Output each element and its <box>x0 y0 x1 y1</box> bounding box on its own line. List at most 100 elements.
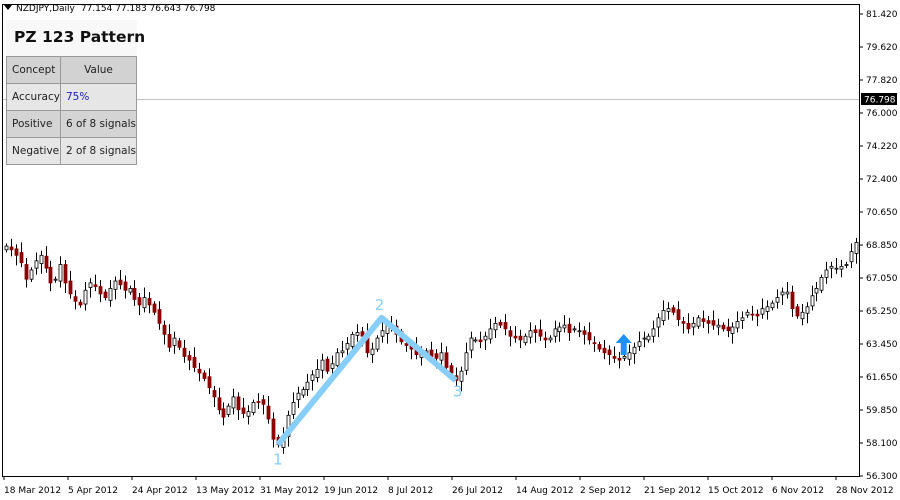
candle <box>488 318 493 344</box>
candle <box>128 285 133 295</box>
candle <box>607 345 612 365</box>
candle <box>370 342 375 363</box>
candle <box>63 259 68 294</box>
candle <box>819 274 824 294</box>
candle <box>261 395 266 415</box>
candle <box>251 399 256 416</box>
candle <box>162 320 167 345</box>
candle <box>686 313 691 334</box>
candle <box>320 353 325 379</box>
date-tick-label: 6 Nov 2012 <box>772 486 824 496</box>
candle <box>14 244 19 266</box>
candle <box>157 301 162 330</box>
candle <box>503 314 508 336</box>
value-cell: 2 of 8 signals <box>59 137 138 165</box>
candle <box>646 333 651 343</box>
candle <box>48 260 53 292</box>
candle <box>9 238 14 257</box>
candle <box>661 300 666 326</box>
candle <box>53 276 58 283</box>
price-tick-label: 67.050 <box>866 274 898 284</box>
candle <box>177 338 182 351</box>
candle <box>597 341 602 352</box>
candlestick-series <box>4 237 859 454</box>
candle <box>562 315 567 333</box>
candle <box>800 304 805 326</box>
candle <box>498 319 503 328</box>
candle <box>266 395 271 424</box>
candle <box>296 386 301 408</box>
candle <box>735 311 740 333</box>
price-tick-label: 56.300 <box>866 472 898 482</box>
candle <box>824 261 829 284</box>
candle <box>241 397 246 419</box>
candle <box>716 318 721 336</box>
candle <box>113 276 118 300</box>
candle <box>271 412 276 448</box>
candle <box>730 322 735 344</box>
candle <box>167 324 172 352</box>
candle <box>523 333 528 346</box>
candle <box>108 280 113 307</box>
candle <box>760 298 765 319</box>
candle <box>34 252 39 275</box>
candle <box>740 311 745 329</box>
candle <box>755 309 760 327</box>
candle <box>543 331 548 349</box>
candle <box>291 392 296 419</box>
candle <box>83 281 88 311</box>
panel-title: PZ 123 Pattern <box>6 20 145 56</box>
date-tick-label: 14 Aug 2012 <box>516 486 574 496</box>
candle <box>632 342 637 364</box>
candle <box>182 339 187 363</box>
candle <box>602 339 607 360</box>
candle <box>706 315 711 334</box>
candle <box>721 322 726 332</box>
price-tick-label: 63.450 <box>866 340 898 350</box>
candle <box>58 256 63 288</box>
price-tick-label: 70.650 <box>866 208 898 218</box>
candle <box>711 310 716 330</box>
table-row-accuracy: Accuracy 75% <box>6 83 138 111</box>
candle <box>301 386 306 398</box>
candle <box>29 267 34 282</box>
candle <box>671 304 676 316</box>
price-tick-label: 68.850 <box>866 241 898 251</box>
candle <box>315 359 320 383</box>
chart-menu-icon[interactable] <box>4 5 12 10</box>
candle <box>4 243 9 253</box>
current-price-tag: 76.798 <box>861 93 897 106</box>
candle <box>478 331 483 349</box>
candle <box>375 335 380 352</box>
candle <box>612 346 617 363</box>
candle <box>132 280 137 306</box>
stats-table: Concept Value Accuracy 75% Positive 6 of… <box>6 56 138 165</box>
candle <box>305 373 310 396</box>
candle <box>221 402 226 426</box>
candle <box>627 344 632 366</box>
candle <box>548 335 553 343</box>
value-cell: 6 of 8 signals <box>59 110 138 138</box>
candle <box>152 301 157 316</box>
candle <box>587 322 592 345</box>
candle <box>68 270 73 299</box>
candle <box>147 292 152 314</box>
candle <box>172 331 177 354</box>
candle <box>592 336 597 352</box>
current-price-value: 76.798 <box>864 96 896 106</box>
candle <box>226 403 231 418</box>
date-tick-label: 21 Sep 2012 <box>644 486 701 496</box>
candle <box>656 313 661 338</box>
candle <box>350 331 355 350</box>
price-tick-label: 77.820 <box>866 76 898 86</box>
price-tick-label: 59.850 <box>866 406 898 416</box>
candle <box>651 320 656 343</box>
price-tick-label: 58.100 <box>866 439 898 449</box>
candle <box>790 285 795 317</box>
candle <box>844 261 849 269</box>
price-tick-label: 81.420 <box>866 10 898 20</box>
candle <box>19 242 24 268</box>
candle <box>676 301 681 327</box>
candle <box>696 315 701 329</box>
column-header-value: Value <box>59 56 138 84</box>
